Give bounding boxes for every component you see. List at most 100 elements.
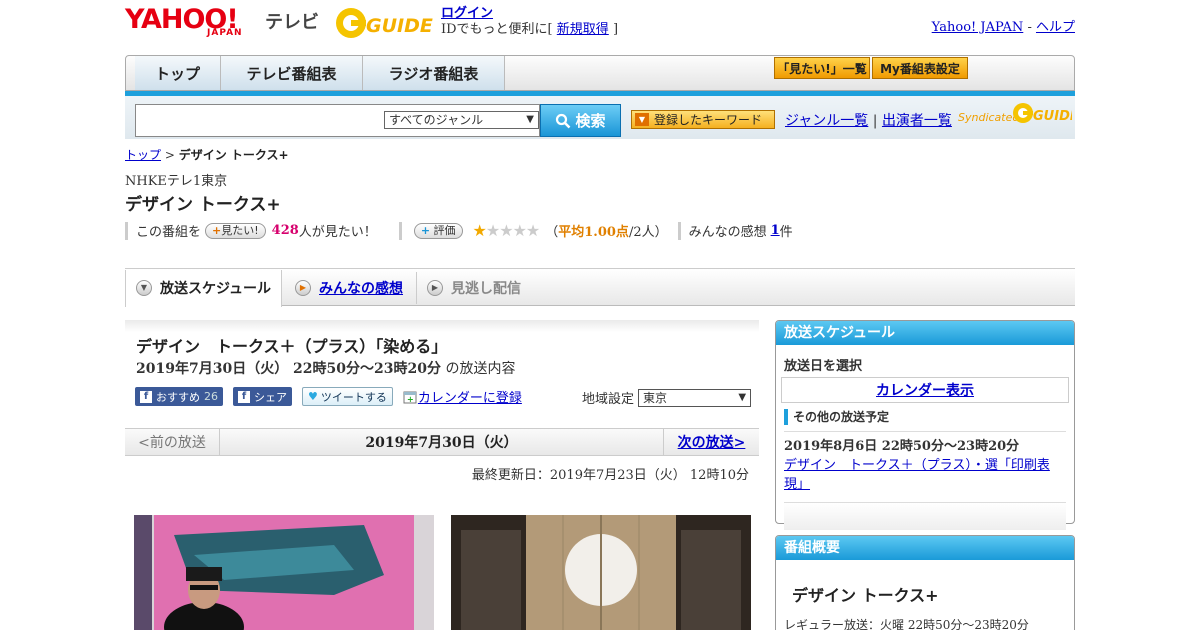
chevron-right-icon: ▶ [427,280,443,296]
current-broadcast-date: 2019年7月30日（火） [365,435,518,451]
syndicated-gguide-logo: GUIDE [1012,101,1079,125]
average-people: /2人） [628,225,668,240]
performer-list-link[interactable]: 出演者一覧 [882,113,952,129]
want-button[interactable]: +見たい! [205,222,266,239]
rate-button[interactable]: + 評価 [413,222,463,239]
divider [398,221,402,240]
nav-tab-top[interactable]: トップ [135,56,221,90]
main-nav: トップ テレビ番組表 ラジオ番組表 「見たい!」一覧 My番組表設定 [125,55,1075,91]
tab-impressions[interactable]: ▶ みんなの感想 [295,270,403,306]
syndicated-label: Syndicated [958,111,1020,124]
other-broadcast-date: 2019年8月6日 22時50分～23時20分 [784,439,1020,454]
facebook-icon: f [140,390,152,403]
region-setting: 地域設定 東京 ▼ [582,388,752,407]
episode-photo-2 [451,515,751,630]
genre-select-value: すべてのジャンル [389,113,484,127]
gguide-logo-text: GUIDE [366,15,433,37]
signup-close: ] [612,22,619,37]
saved-keywords-label: 登録したキーワード [654,113,763,127]
breadcrumb-separator: > [164,148,175,162]
twitter-bird-icon: ♥ [308,390,318,403]
mitai-list-button[interactable]: 「見たい!」一覧 [774,57,870,79]
last-updated: 最終更新日：2019年7月23日（火） 12時10分 [471,468,749,483]
nav-tab-radio-schedule[interactable]: ラジオ番組表 [363,56,505,90]
fb-share-label: シェア [254,390,287,404]
genre-list-link[interactable]: ジャンル一覧 [785,113,868,129]
divider [677,221,681,240]
yahoo-japan-sublogo: JAPAN [207,28,243,38]
dropdown-arrow-icon: ▼ [738,391,747,403]
nav-tab-tv-schedule[interactable]: テレビ番組表 [221,56,363,90]
search-button[interactable]: 検索 [540,104,621,137]
other-broadcast-item: 2019年8月6日 22時50分～23時20分 デザイン トークス＋（プラス）・… [784,431,1066,494]
star-empty-icon: ★ [485,221,500,240]
channel-name: NHKEテレ1東京 [125,174,228,189]
breadcrumb-current: デザイン トークス+ [178,148,289,162]
tab-schedule[interactable]: ▼ 放送スケジュール [136,270,271,306]
share-row: f おすすめ 26 f シェア ♥ ツイートする + カレンダーに登録 [135,387,522,406]
other-broadcasts-head: その他の放送予定 [784,409,1066,425]
divider [125,221,128,240]
facebook-icon: f [238,390,250,403]
fb-share-button[interactable]: f シェア [233,387,292,406]
overview-regular-slot: レギュラー放送：火曜 22時50分～23時20分 [784,618,1029,630]
gguide-logo: GUIDE [334,6,434,40]
star-empty-icon: ★ [525,221,540,240]
average-open: （ [545,225,559,240]
signup-link[interactable]: 新規取得 [557,22,609,37]
calendar-register-link[interactable]: カレンダーに登録 [418,387,522,406]
want-prefix: この番組を [136,225,202,240]
episode-title: デザイン トークス＋（プラス）「染める」 [136,337,448,356]
region-select[interactable]: 東京 ▼ [638,388,752,407]
sidebar-overview-head: 番組概要 [776,536,1074,560]
star-empty-icon: ★ [499,221,513,240]
impressions-label: みんなの感想 [688,225,767,240]
tweet-button[interactable]: ♥ ツイートする [302,387,393,406]
login-link[interactable]: ログイン [441,6,493,21]
episode-datetime: 2019年7月30日（火） 22時50分～23時20分 [136,361,441,377]
calendar-register: + カレンダーに登録 [403,387,522,406]
saved-keywords-button[interactable]: ▼ 登録したキーワード [631,110,775,129]
impressions-suffix: 件 [779,225,793,240]
star-empty-icon: ★ [512,221,527,240]
header-links: Yahoo! JAPAN - ヘルプ [932,16,1075,35]
fb-recommend-button[interactable]: f おすすめ 26 [135,387,223,406]
genre-select[interactable]: すべてのジャンル ▼ [384,111,539,129]
help-link[interactable]: ヘルプ [1036,20,1075,35]
plus-icon: + [420,223,431,237]
other-broadcast-link[interactable]: デザイン トークス＋（プラス）・選「印刷表現」 [784,458,1050,492]
tab-vod-label: 見逃し配信 [451,281,521,297]
calendar-view-button[interactable]: カレンダー表示 [781,377,1069,403]
tweet-label: ツイートする [320,390,387,404]
plus-icon: + [212,223,222,237]
star-rating: ★★★★★ [473,221,541,240]
episode-date-line: 2019年7月30日（火） 22時50分～23時20分 の放送内容 [136,358,515,378]
sidebar-schedule: 放送スケジュール 放送日を選択 カレンダー表示 その他の放送予定 2019年8月… [775,320,1075,530]
sidebar-overview: 番組概要 デザイン トークス+ レギュラー放送：火曜 22時50分～23時20分 [775,535,1075,630]
rate-button-label: 評価 [433,223,456,237]
sidebar-schedule-foot [784,502,1066,530]
fb-recommend-label: おすすめ [156,390,200,404]
dropdown-arrow-icon: ▼ [526,114,534,125]
rating-row: この番組を +見たい! 428 人が見たい！ + 評価 ★★★★★ （平均1.0… [125,221,793,240]
want-count: 428 [271,223,299,238]
tab-divider [416,272,417,304]
prev-broadcast-button[interactable]: <前の放送 [125,429,220,455]
broadcast-pager: <前の放送 2019年7月30日（火） 次の放送> [125,428,759,456]
magnifier-icon [556,113,571,128]
tab-schedule-label: 放送スケジュール [160,281,272,297]
search-button-label: 検索 [575,112,606,130]
next-broadcast-link[interactable]: 次の放送> [663,429,759,455]
tab-vod[interactable]: ▶ 見逃し配信 [427,270,521,306]
yahoo-japan-link[interactable]: Yahoo! JAPAN [932,20,1024,35]
program-title: デザイン トークス+ [125,195,281,215]
breadcrumb-top-link[interactable]: トップ [125,148,161,162]
region-select-value: 東京 [643,390,668,405]
episode-date-suffix: の放送内容 [445,361,516,377]
fb-recommend-count: 26 [204,390,218,403]
impressions-count-link[interactable]: 1 [771,223,780,238]
my-schedule-button[interactable]: My番組表設定 [872,57,968,79]
header-separator: - [1027,20,1032,35]
want-button-label: 見たい! [221,223,259,237]
tv-logo-text[interactable]: テレビ [265,8,319,34]
